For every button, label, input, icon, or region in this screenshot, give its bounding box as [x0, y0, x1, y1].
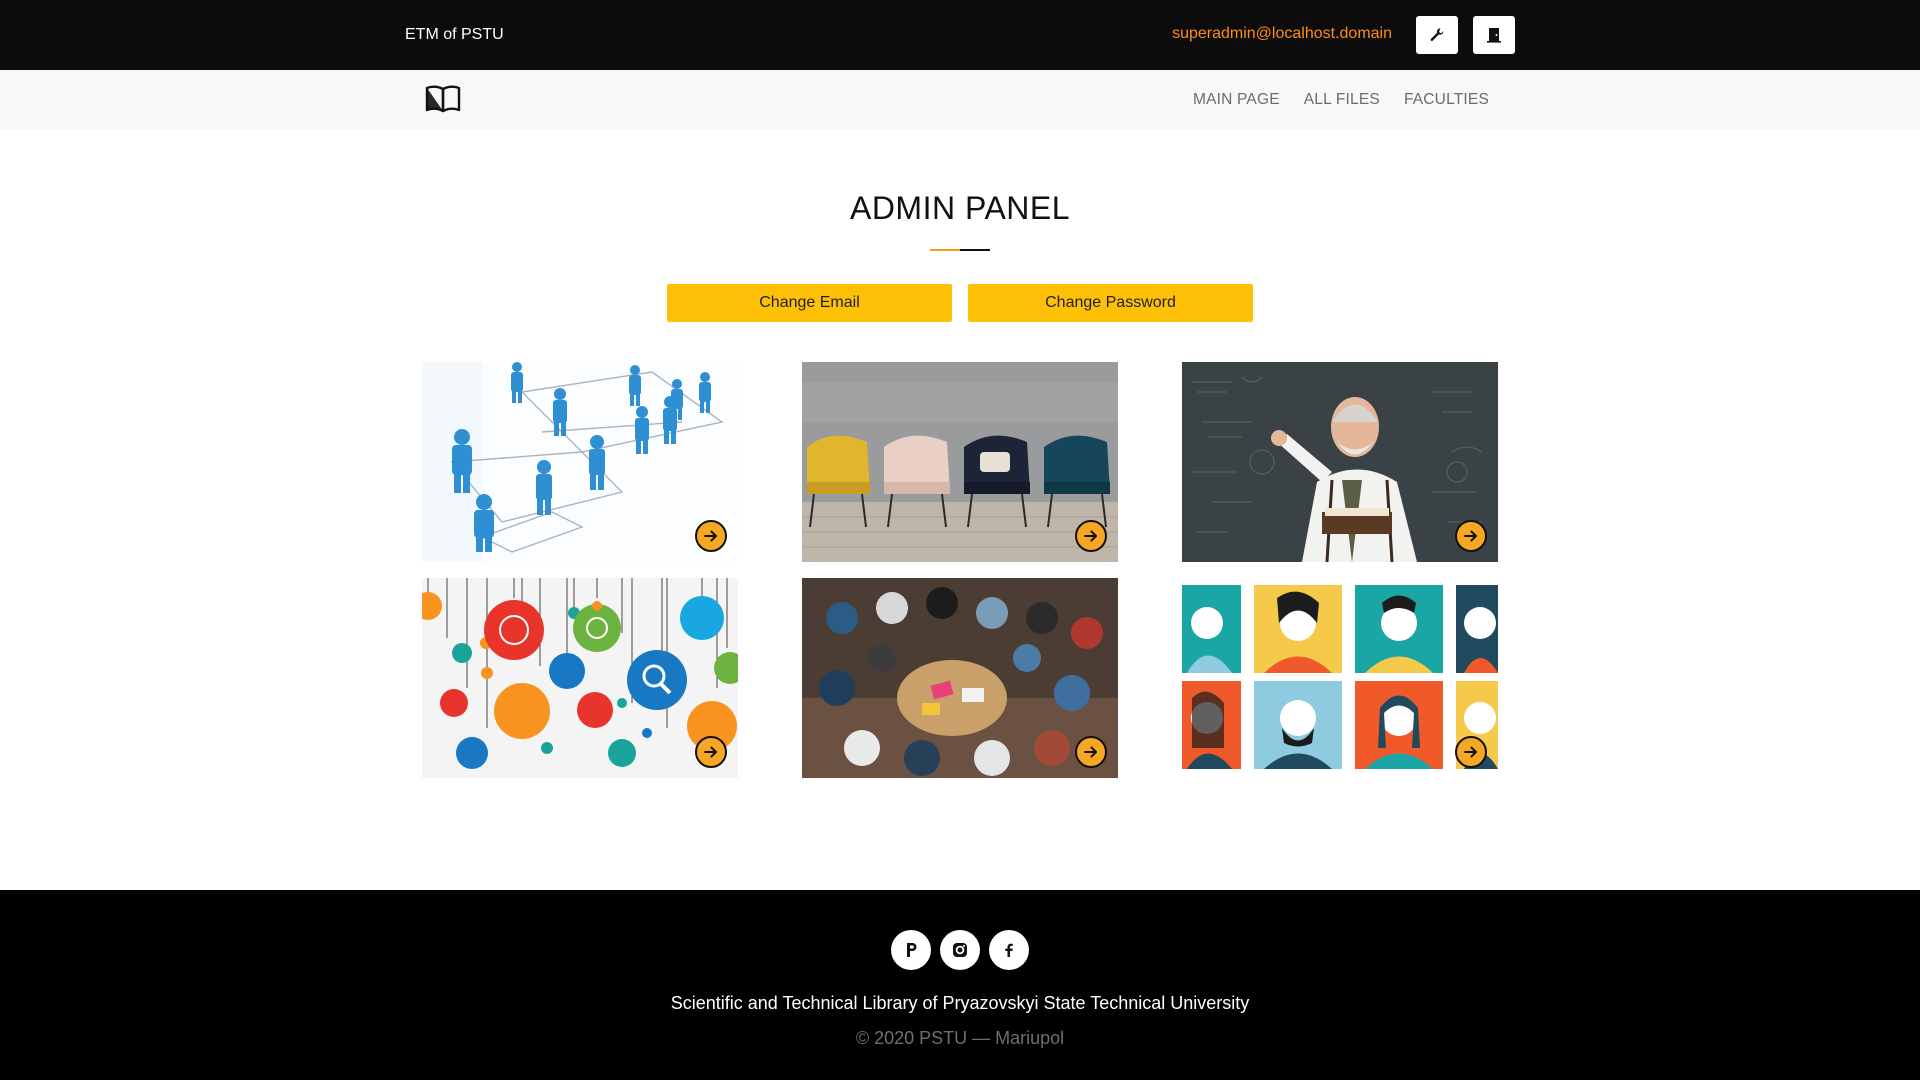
page-title: ADMIN PANEL	[849, 190, 1071, 226]
settings-button[interactable]	[1416, 16, 1458, 54]
pstu-p-icon[interactable]	[891, 930, 931, 970]
wrench-icon	[1430, 28, 1444, 41]
science-icons-image	[422, 578, 738, 778]
arrow-right-circle-icon[interactable]	[1075, 736, 1107, 768]
main-nav: MAIN PAGE ALL FILES FACULTIES	[0, 70, 1920, 130]
armchairs-image	[802, 362, 1118, 562]
avatars-image	[1182, 578, 1498, 778]
brand-name[interactable]: ETM of PSTU	[405, 26, 504, 44]
logout-button[interactable]	[1473, 16, 1515, 54]
facebook-icon[interactable]	[989, 930, 1029, 970]
tile-students[interactable]	[802, 578, 1118, 778]
arrow-right-circle-icon[interactable]	[1455, 520, 1487, 552]
user-email[interactable]: superadmin@localhost.domain	[1172, 25, 1392, 43]
arrow-right-circle-icon[interactable]	[1075, 520, 1107, 552]
nav-faculties[interactable]: FACULTIES	[1404, 91, 1489, 109]
top-bar: ETM of PSTU superadmin@localhost.domain	[0, 0, 1920, 70]
people-network-image	[422, 362, 738, 562]
arrow-right-circle-icon[interactable]	[695, 520, 727, 552]
change-password-button[interactable]: Change Password	[968, 284, 1253, 322]
tile-avatars[interactable]	[1182, 578, 1498, 778]
library-name: Scientific and Technical Library of Prya…	[670, 993, 1250, 1013]
open-book-icon[interactable]	[425, 84, 461, 114]
tile-professor[interactable]	[1182, 362, 1498, 562]
social-links	[891, 930, 1029, 970]
tile-science-icons[interactable]	[422, 578, 738, 778]
tile-armchairs[interactable]	[802, 362, 1118, 562]
instagram-icon[interactable]	[940, 930, 980, 970]
copyright: © 2020 PSTU — Mariupol	[855, 1028, 1065, 1048]
students-image	[802, 578, 1118, 778]
change-email-button[interactable]: Change Email	[667, 284, 952, 322]
title-underline	[930, 249, 990, 251]
professor-image	[1182, 362, 1498, 562]
arrow-right-circle-icon[interactable]	[1455, 736, 1487, 768]
nav-main-page[interactable]: MAIN PAGE	[1193, 91, 1280, 109]
footer: Scientific and Technical Library of Prya…	[0, 890, 1920, 1080]
nav-all-files[interactable]: ALL FILES	[1304, 91, 1380, 109]
arrow-right-circle-icon[interactable]	[695, 736, 727, 768]
door-exit-icon	[1487, 28, 1501, 43]
tile-people-network[interactable]	[422, 362, 738, 562]
